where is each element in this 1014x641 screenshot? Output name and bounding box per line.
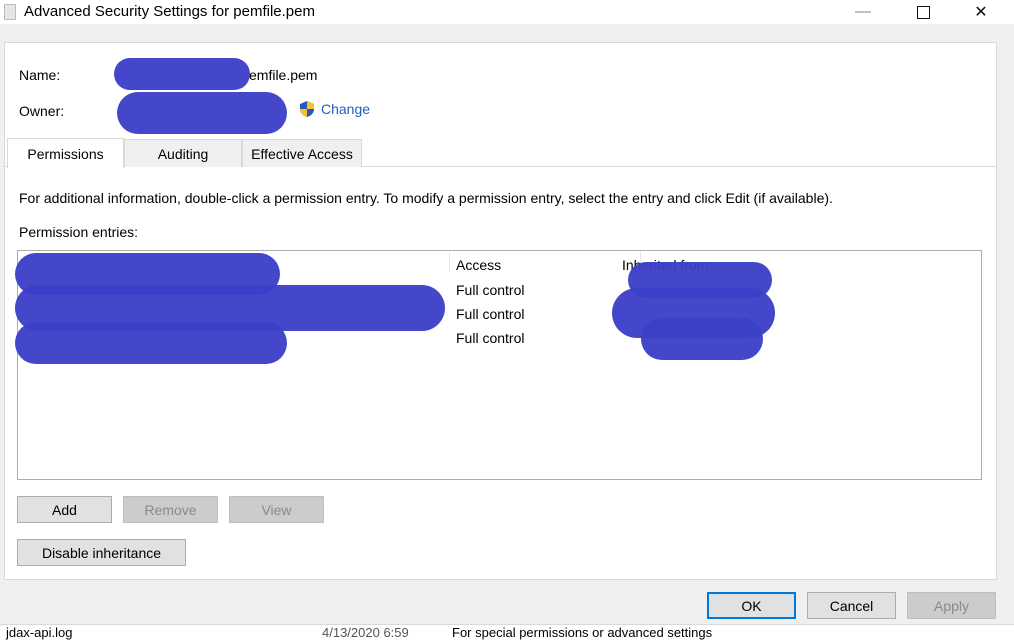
change-owner-link[interactable]: Change <box>299 100 370 118</box>
column-header-access[interactable]: Access <box>456 257 501 273</box>
info-text: For additional information, double-click… <box>19 190 833 206</box>
tab-auditing[interactable]: Auditing <box>124 139 242 167</box>
name-label: Name: <box>19 67 61 83</box>
window-title: Advanced Security Settings for pemfile.p… <box>24 3 315 20</box>
maximize-button[interactable] <box>900 0 946 24</box>
cancel-button[interactable]: Cancel <box>807 592 896 619</box>
remove-button[interactable]: Remove <box>123 496 218 523</box>
close-button[interactable]: ✕ <box>958 0 1004 24</box>
uac-shield-icon <box>300 101 314 117</box>
owner-label: Owner: <box>19 103 65 119</box>
change-label: Change <box>321 101 371 117</box>
view-button[interactable]: View <box>229 496 324 523</box>
table-row[interactable]: Full control <box>456 282 524 298</box>
tab-permissions[interactable]: Permissions <box>7 138 124 168</box>
tab-effective-access[interactable]: Effective Access <box>242 139 362 167</box>
maximize-icon <box>916 5 930 19</box>
redaction-mark <box>114 58 250 90</box>
apply-button[interactable]: Apply <box>907 592 996 619</box>
redaction-mark <box>117 92 287 134</box>
title-bar: Advanced Security Settings for pemfile.p… <box>0 0 1014 24</box>
ok-button[interactable]: OK <box>707 592 796 619</box>
background-file-name: jdax-api.log <box>6 625 73 640</box>
table-row[interactable]: Full control <box>456 306 524 322</box>
file-icon <box>4 4 16 20</box>
name-value: emfile.pem <box>249 67 318 83</box>
redaction-mark <box>15 322 287 364</box>
background-file-date: 4/13/2020 6:59 <box>322 625 409 640</box>
add-button[interactable]: Add <box>17 496 112 523</box>
permission-entries-label: Permission entries: <box>19 224 139 240</box>
background-window-strip: jdax-api.log 4/13/2020 6:59 For special … <box>0 624 1014 641</box>
redaction-mark <box>641 318 763 360</box>
minimize-button[interactable]: — <box>840 0 886 24</box>
disable-inheritance-button[interactable]: Disable inheritance <box>17 539 186 566</box>
column-separator <box>449 252 450 272</box>
background-text: For special permissions or advanced sett… <box>452 625 713 640</box>
table-row[interactable]: Full control <box>456 330 524 346</box>
